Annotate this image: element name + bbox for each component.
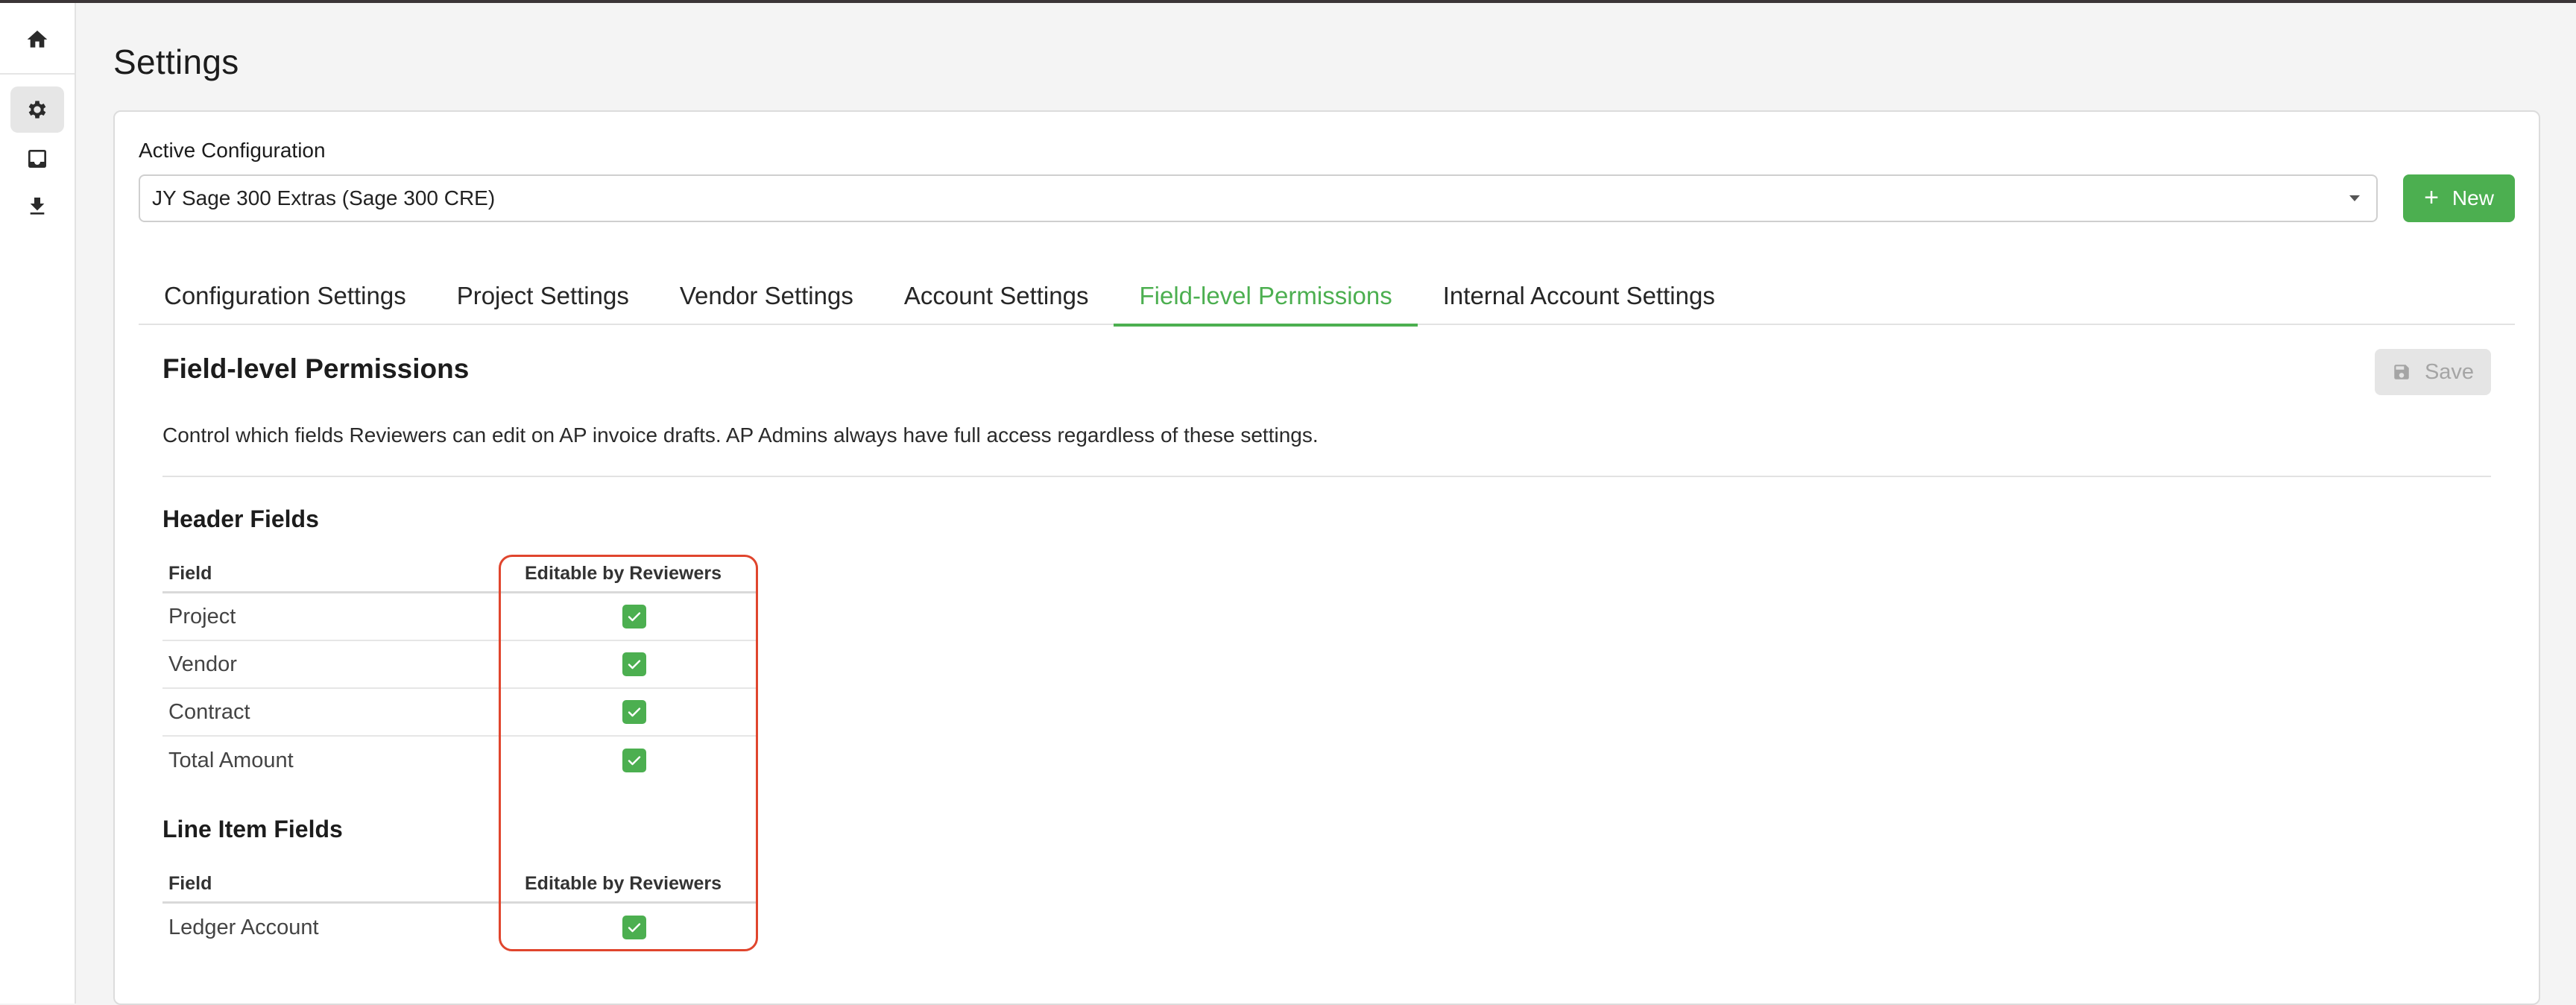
editable-checkbox-vendor[interactable]	[622, 652, 646, 676]
header-fields-title: Header Fields	[162, 505, 319, 532]
chevron-down-icon	[2349, 195, 2360, 201]
tab-internal-account-settings[interactable]: Internal Account Settings	[1418, 271, 1740, 325]
table-header: Field Editable by Reviewers	[162, 866, 757, 904]
window-top-bar	[0, 0, 2576, 3]
tab-configuration-settings[interactable]: Configuration Settings	[139, 271, 432, 325]
line-item-fields-table: Field Editable by Reviewers Ledger Accou…	[162, 866, 757, 951]
table-row: Total Amount	[162, 737, 757, 784]
save-button-label: Save	[2424, 359, 2475, 384]
checkmark-icon	[628, 923, 641, 933]
active-configuration-select[interactable]: JY Sage 300 Extras (Sage 300 CRE)	[139, 174, 2378, 222]
sidebar-divider	[0, 73, 75, 75]
table-header: Field Editable by Reviewers	[162, 556, 757, 593]
column-header-editable: Editable by Reviewers	[525, 563, 722, 584]
section-description: Control which fields Reviewers can edit …	[162, 423, 1319, 447]
checkmark-icon	[628, 756, 641, 766]
home-icon	[27, 31, 48, 48]
tab-project-settings[interactable]: Project Settings	[432, 271, 654, 325]
table-row: Ledger Account	[162, 904, 757, 951]
page-title: Settings	[113, 42, 239, 81]
active-configuration-value: JY Sage 300 Extras (Sage 300 CRE)	[152, 186, 496, 209]
column-header-field: Field	[168, 873, 212, 894]
editable-checkbox-ledger-account[interactable]	[622, 916, 646, 939]
tab-vendor-settings[interactable]: Vendor Settings	[654, 271, 879, 325]
floppy-disk-icon	[2394, 365, 2409, 379]
editable-checkbox-contract[interactable]	[622, 700, 646, 724]
section-title: Field-level Permissions	[162, 353, 470, 384]
field-name: Project	[168, 604, 236, 628]
column-header-field: Field	[168, 563, 212, 584]
sidebar-item-inbox[interactable]	[10, 136, 64, 182]
sidebar-item-settings[interactable]	[10, 86, 64, 133]
tab-field-level-permissions[interactable]: Field-level Permissions	[1114, 271, 1418, 327]
line-item-fields-title: Line Item Fields	[162, 816, 343, 842]
column-header-editable: Editable by Reviewers	[525, 873, 722, 894]
download-icon	[30, 198, 45, 215]
header-fields-table: Field Editable by Reviewers Project Vend…	[162, 556, 757, 784]
table-row: Vendor	[162, 641, 757, 689]
sidebar	[0, 3, 76, 1004]
sidebar-item-home[interactable]	[10, 16, 64, 63]
gear-icon	[28, 101, 46, 119]
table-row: Project	[162, 593, 757, 641]
field-name: Vendor	[168, 652, 237, 676]
inbox-icon	[28, 150, 46, 168]
tab-account-settings[interactable]: Account Settings	[879, 271, 1114, 325]
editable-checkbox-project[interactable]	[622, 605, 646, 628]
new-button-label: New	[2452, 186, 2494, 209]
active-configuration-label: Active Configuration	[139, 139, 326, 162]
field-name: Contract	[168, 699, 250, 724]
plus-icon: +	[2424, 183, 2439, 212]
settings-tabs: Configuration Settings Project Settings …	[139, 271, 2515, 327]
section-divider	[162, 476, 2491, 477]
new-configuration-button[interactable]: + New	[2403, 174, 2515, 222]
field-name: Ledger Account	[168, 915, 319, 939]
sidebar-item-download[interactable]	[10, 183, 64, 230]
field-name: Total Amount	[168, 748, 294, 772]
editable-checkbox-total-amount[interactable]	[622, 749, 646, 772]
save-button[interactable]: Save	[2375, 349, 2491, 395]
checkmark-icon	[628, 612, 641, 622]
checkmark-icon	[628, 708, 641, 717]
checkmark-icon	[628, 660, 641, 670]
table-row: Contract	[162, 689, 757, 737]
